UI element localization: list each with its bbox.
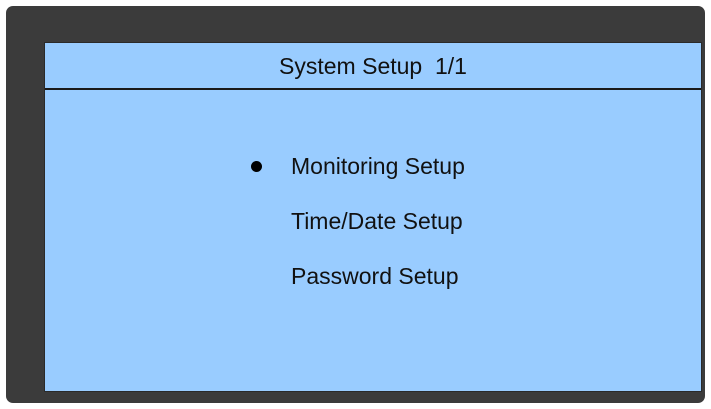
menu-item-label: Password Setup	[291, 263, 459, 289]
lcd-screen: System Setup 1/1 Monitoring Setup Time/D…	[44, 42, 702, 392]
menu-item-label: Time/Date Setup	[291, 208, 463, 234]
page-title: System Setup 1/1	[279, 53, 467, 79]
menu-item-time-date-setup[interactable]: Time/Date Setup	[291, 208, 463, 248]
selected-bullet-icon	[251, 161, 262, 172]
title-bar: System Setup 1/1	[45, 43, 701, 90]
menu-item-password-setup[interactable]: Password Setup	[291, 263, 458, 303]
menu-item-label: Monitoring Setup	[291, 153, 465, 179]
menu-item-monitoring-setup[interactable]: Monitoring Setup	[251, 153, 465, 193]
device-frame: System Setup 1/1 Monitoring Setup Time/D…	[6, 6, 705, 403]
